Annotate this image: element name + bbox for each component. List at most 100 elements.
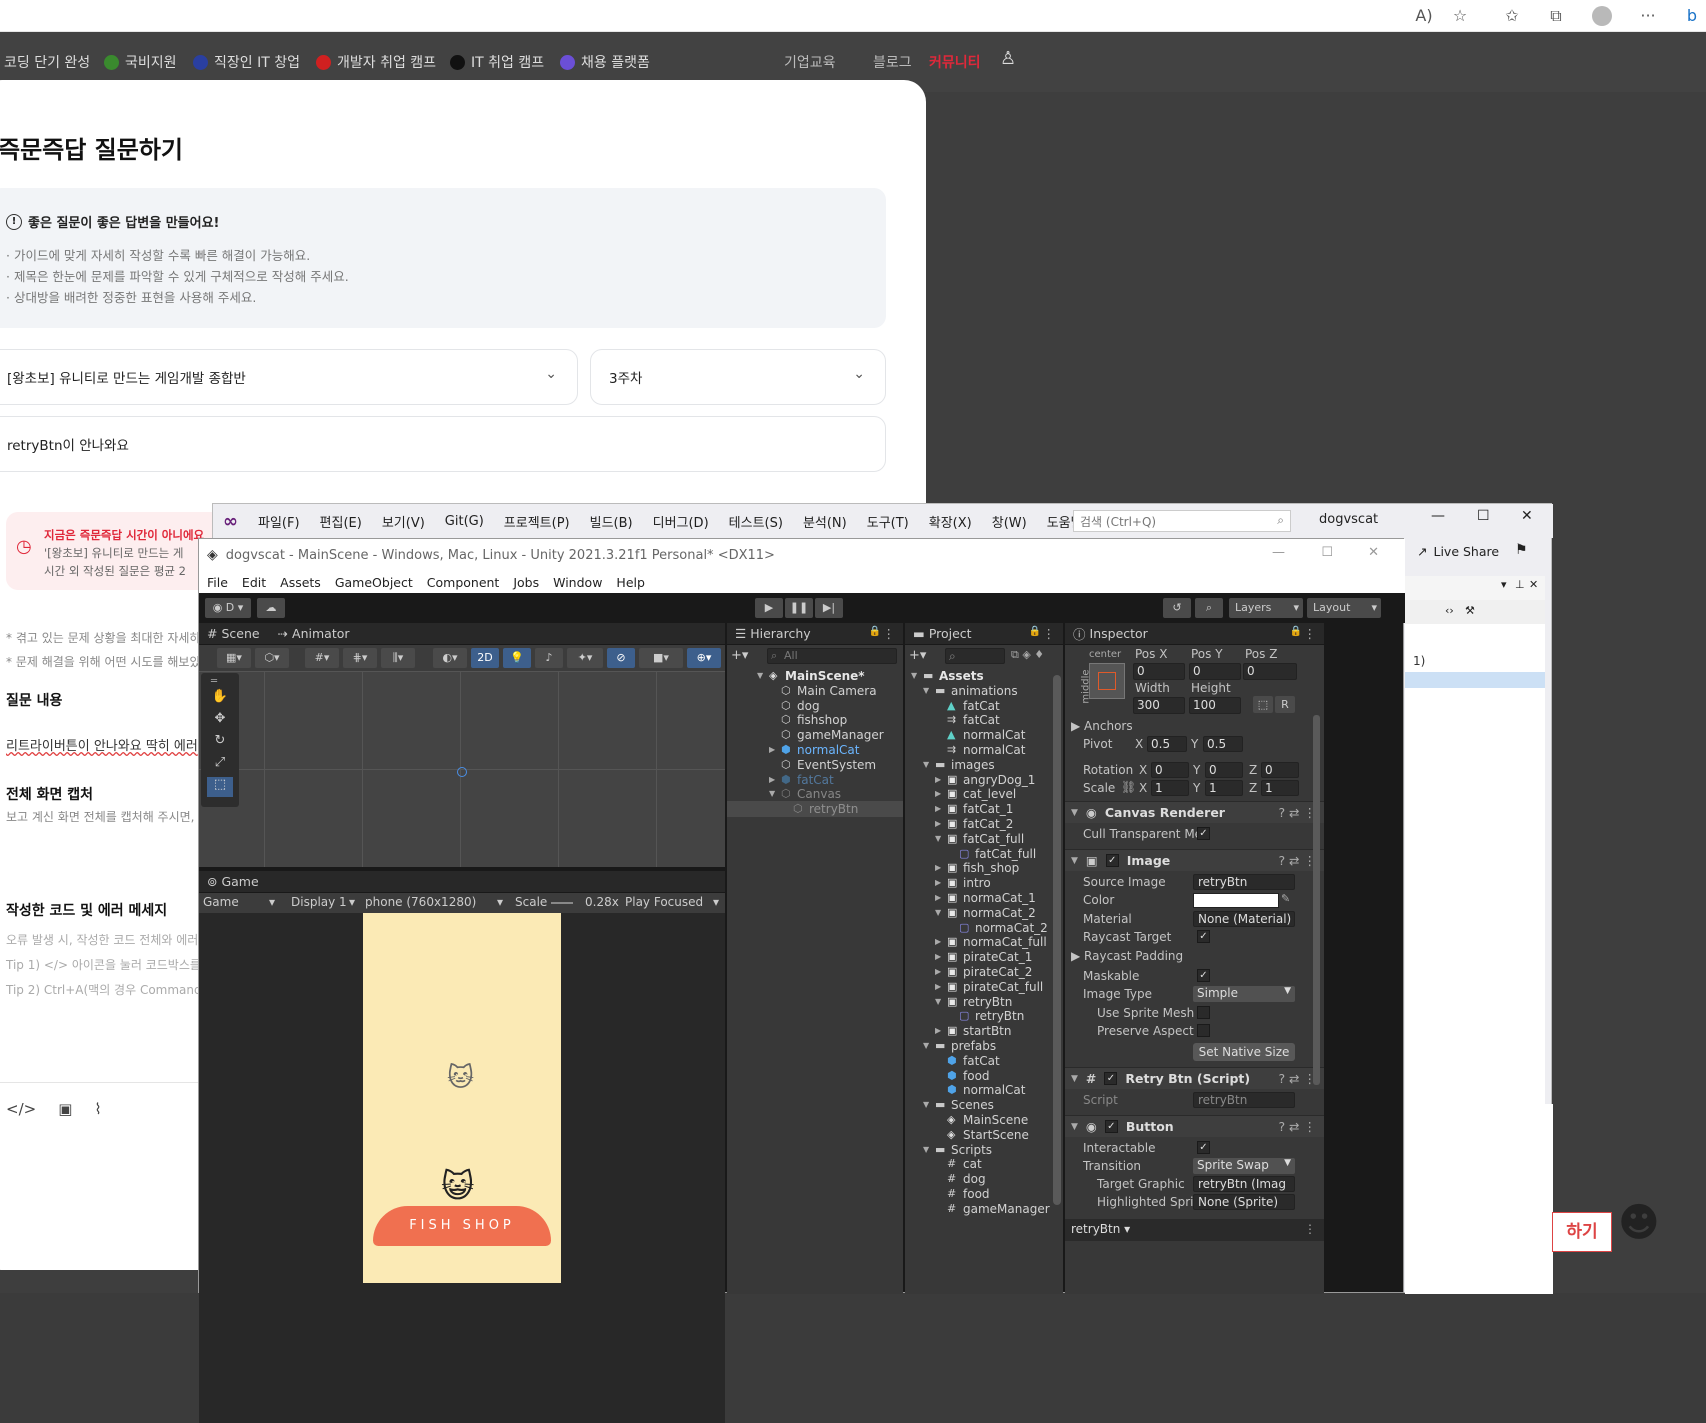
snap-icon[interactable]: ⋕▾: [343, 648, 377, 668]
chevron-right-icon[interactable]: ▶: [935, 816, 941, 832]
component-menu-icons[interactable]: ? ⇄ ⋮: [1278, 1119, 1316, 1134]
button-enabled-checkbox[interactable]: ✓: [1104, 1120, 1118, 1133]
cull-checkbox[interactable]: ✓: [1197, 827, 1210, 840]
close-icon[interactable]: ✕: [1368, 545, 1379, 560]
project-row[interactable]: ▢ normaCat_2: [905, 920, 1053, 936]
project-row[interactable]: ▶ ▣ angryDog_1: [905, 772, 1053, 788]
project-row[interactable]: # dog: [905, 1171, 1053, 1187]
vs-menu-item[interactable]: 확장(X): [929, 512, 972, 531]
button-header[interactable]: ▼ ◉ ✓ Button ? ⇄ ⋮: [1065, 1115, 1324, 1137]
raw-edit-button[interactable]: R: [1275, 696, 1295, 713]
maskable-checkbox[interactable]: ✓: [1197, 969, 1210, 982]
chevron-right-icon[interactable]: ▶: [769, 742, 775, 758]
project-row[interactable]: ▶ ▣ fish_shop: [905, 860, 1053, 876]
minimize-icon[interactable]: —: [1272, 545, 1285, 560]
hierarchy-row[interactable]: ⬡ gameManager: [727, 727, 903, 743]
chevron-down-icon[interactable]: ▼: [923, 1097, 929, 1113]
display-dropdown[interactable]: Display 1: [291, 895, 347, 909]
close-icon[interactable]: ✕: [1521, 508, 1533, 524]
more-icon[interactable]: ···: [1636, 4, 1660, 28]
vs-search-input[interactable]: 검색 (Ctrl+Q) ⌕: [1073, 510, 1291, 532]
vs-menu-item[interactable]: 도구(T): [867, 512, 909, 531]
link-icon[interactable]: ⛓: [1121, 780, 1136, 794]
vs-menu-item[interactable]: 편집(E): [320, 512, 362, 531]
shading-icon[interactable]: ◐▾: [433, 648, 467, 668]
search-icon[interactable]: ⌕: [1195, 598, 1223, 618]
project-row[interactable]: ▲ fatCat: [905, 698, 1053, 714]
blueprint-icon[interactable]: ⬚: [1253, 696, 1273, 713]
anchor-preset-button[interactable]: [1089, 663, 1125, 699]
chevron-right-icon[interactable]: ▶: [935, 964, 941, 980]
chevron-down-icon[interactable]: ▼: [935, 905, 941, 921]
preserve-aspect-checkbox[interactable]: [1197, 1024, 1210, 1037]
hierarchy-row[interactable]: ⬡ retryBtn: [727, 801, 903, 818]
vs-menu-item[interactable]: 보기(V): [382, 512, 425, 531]
raycast-padding-foldout[interactable]: ▶ Raycast Padding: [1071, 949, 1183, 963]
chevron-right-icon[interactable]: ▶: [935, 860, 941, 876]
project-row[interactable]: # cat: [905, 1156, 1053, 1172]
nav-item-dev-camp[interactable]: 개발자 취업 캠프: [316, 52, 436, 72]
pivot-y-field[interactable]: 0.5: [1203, 736, 1243, 752]
pos-z-field[interactable]: 0: [1243, 663, 1297, 680]
project-row[interactable]: ▶ ▣ pirateCat_full: [905, 979, 1053, 995]
wrench-icon[interactable]: ⚒: [1465, 604, 1475, 617]
layers-dropdown[interactable]: Layers ▾: [1229, 598, 1303, 618]
project-row[interactable]: ▼ ▣ normaCat_2: [905, 905, 1053, 921]
project-row[interactable]: ▶ ▣ cat_level: [905, 786, 1053, 802]
project-row[interactable]: ▼ ▬ animations: [905, 683, 1053, 699]
chevron-down-icon[interactable]: ▼: [935, 831, 941, 847]
raycast-target-checkbox[interactable]: ✓: [1197, 930, 1210, 943]
unity-menu-item[interactable]: Component: [427, 575, 500, 590]
lock-icon[interactable]: 🔒: [1029, 626, 1041, 637]
image-header[interactable]: ▼ ▣ ✓ Image ? ⇄ ⋮: [1065, 849, 1324, 871]
anchors-foldout[interactable]: ▶ Anchors: [1071, 719, 1133, 733]
project-row[interactable]: ▼ ▬ prefabs: [905, 1038, 1053, 1054]
pin-icon[interactable]: ⊥: [1515, 578, 1525, 591]
unity-menu-item[interactable]: GameObject: [335, 575, 413, 590]
rotation-y-field[interactable]: 0: [1205, 762, 1243, 778]
game-mode-dropdown[interactable]: Game: [203, 895, 239, 909]
rect-tool-icon[interactable]: ⬚: [207, 777, 233, 797]
chevron-down-icon[interactable]: ▼: [769, 786, 775, 802]
unity-menu-item[interactable]: Window: [553, 575, 602, 590]
interactable-checkbox[interactable]: ✓: [1197, 1141, 1210, 1154]
project-row[interactable]: ▼ ▬ Assets: [905, 668, 1053, 684]
tab-scene[interactable]: # Scene: [207, 626, 260, 641]
image-enabled-checkbox[interactable]: ✓: [1105, 854, 1119, 867]
more-icon[interactable]: ⋮: [1304, 626, 1317, 641]
project-row[interactable]: ▶ ▣ normaCat_1: [905, 890, 1053, 906]
project-row[interactable]: ⬢ fatCat: [905, 1053, 1053, 1069]
hierarchy-tab[interactable]: ☰ Hierarchy 🔒 ⋮: [727, 623, 903, 645]
project-row[interactable]: ▲ normalCat: [905, 727, 1053, 743]
layout-dropdown[interactable]: Layout ▾: [1307, 598, 1381, 618]
pos-y-field[interactable]: 0: [1189, 663, 1241, 680]
title-input[interactable]: retryBtn이 안나와요: [0, 416, 886, 472]
vs-menu-item[interactable]: 프로젝트(P): [504, 512, 570, 531]
game-view[interactable]: 🐱 😺 FISH SHOP: [199, 913, 725, 1423]
chevron-right-icon[interactable]: ▶: [935, 890, 941, 906]
project-row[interactable]: ▶ ▣ pirateCat_1: [905, 949, 1053, 965]
more-icon[interactable]: ⋮: [883, 626, 896, 641]
retry-script-header[interactable]: ▼ # ✓ Retry Btn (Script) ? ⇄ ⋮: [1065, 1067, 1324, 1089]
chevron-right-icon[interactable]: ▶: [935, 979, 941, 995]
hierarchy-row[interactable]: ▶ ⬢ normalCat: [727, 742, 903, 758]
project-row[interactable]: ▶ ▣ normaCat_full: [905, 934, 1053, 950]
chevron-right-icon[interactable]: ▶: [935, 772, 941, 788]
rotation-z-field[interactable]: 0: [1261, 762, 1299, 778]
rotate-tool-icon[interactable]: ↻: [207, 733, 233, 753]
color-swatch[interactable]: [1193, 893, 1279, 908]
vs-menu-item[interactable]: Git(G): [445, 514, 484, 529]
scale-tool-icon[interactable]: ⤢: [207, 755, 233, 775]
maximize-icon[interactable]: ☐: [1321, 545, 1333, 560]
live-share-button[interactable]: ↗ Live Share: [1417, 544, 1499, 559]
course-select[interactable]: [왕초보] 유니티로 만드는 게임개발 종합반 ⌄: [0, 349, 578, 405]
component-menu-icons[interactable]: ? ⇄ ⋮: [1278, 805, 1316, 820]
vs-menu-item[interactable]: 디버그(D): [653, 512, 709, 531]
project-row[interactable]: ▼ ▬ Scripts: [905, 1142, 1053, 1158]
filter-icon[interactable]: ⧉ ◈ ♦: [1011, 648, 1044, 662]
image-icon[interactable]: ▣: [58, 1100, 72, 1118]
highlighted-sprite-field[interactable]: None (Sprite): [1193, 1194, 1295, 1210]
project-row[interactable]: ▼ ▬ images: [905, 757, 1053, 773]
history-icon[interactable]: ↺: [1163, 598, 1191, 618]
nav-item-startup[interactable]: 직장인 IT 창업: [193, 52, 300, 72]
